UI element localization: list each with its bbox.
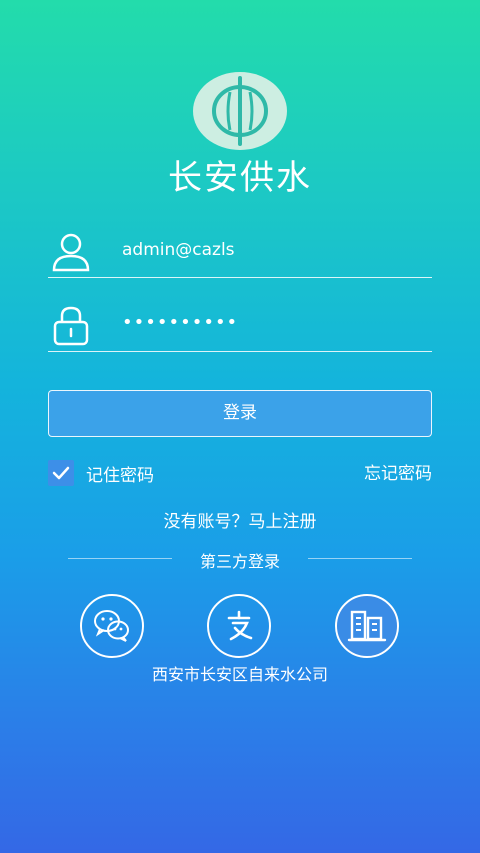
password-input[interactable]: •••••••••• bbox=[122, 312, 238, 333]
remember-checkbox[interactable] bbox=[48, 460, 74, 486]
username-field[interactable]: admin@cazls bbox=[48, 226, 432, 278]
username-input[interactable]: admin@cazls bbox=[122, 240, 235, 260]
login-button[interactable]: 登录 bbox=[48, 390, 432, 437]
forgot-password-link[interactable]: 忘记密码 bbox=[364, 459, 432, 484]
divider-right bbox=[308, 558, 412, 559]
check-icon bbox=[52, 466, 70, 480]
remember-label: 记住密码 bbox=[86, 466, 154, 486]
lock-icon bbox=[53, 306, 89, 346]
third-party-title: 第三方登录 bbox=[199, 552, 280, 571]
alipay-icon bbox=[227, 610, 253, 641]
water-logo-icon bbox=[212, 76, 268, 146]
enterprise-login-button[interactable] bbox=[335, 594, 399, 658]
wechat-icon bbox=[94, 610, 129, 642]
register-link[interactable]: 没有账号？马上注册 bbox=[0, 507, 480, 532]
app-title: 长安供水 bbox=[168, 158, 312, 198]
company-name: 西安市长安区自来水公司 bbox=[151, 665, 328, 684]
password-field[interactable]: •••••••••• bbox=[48, 300, 432, 352]
wechat-login-button[interactable] bbox=[80, 594, 144, 658]
app-logo bbox=[193, 72, 287, 150]
building-icon bbox=[347, 610, 387, 642]
alipay-login-button[interactable] bbox=[207, 594, 271, 658]
user-icon bbox=[52, 233, 90, 272]
